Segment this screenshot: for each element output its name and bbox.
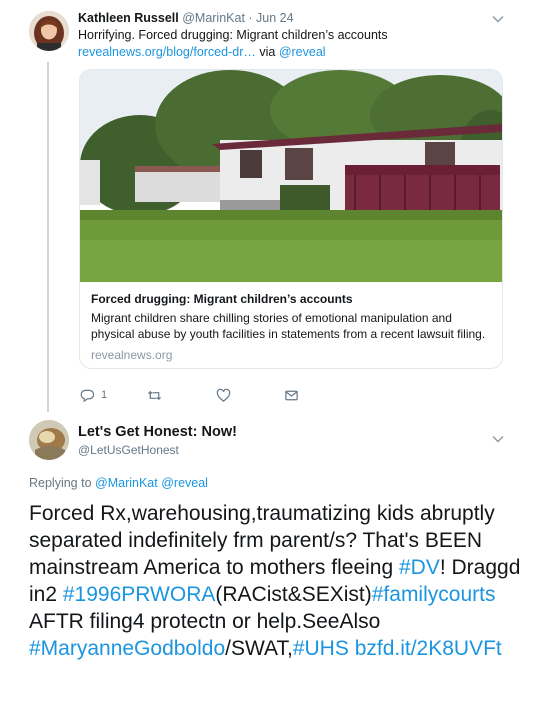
author-name[interactable]: Kathleen Russell: [78, 11, 179, 25]
reply-count: 1: [101, 389, 108, 401]
replying-prefix: Replying to: [29, 476, 96, 490]
via-handle-link[interactable]: @reveal: [279, 45, 326, 59]
text-segment: AFTR filing4 protectn or help.SeeAlso: [29, 610, 381, 633]
hashtag-link[interactable]: #DV: [399, 556, 440, 579]
hashtag-link[interactable]: #1996PRWORA: [63, 583, 216, 606]
card-domain: revealnews.org: [91, 348, 173, 362]
separator-dot: ·: [244, 11, 257, 25]
article-image: [80, 70, 502, 282]
chevron-down-icon[interactable]: [491, 12, 505, 26]
replying-to: Replying to @MarinKat @reveal: [29, 476, 208, 490]
reply-button[interactable]: 1: [80, 386, 107, 404]
heart-icon: [216, 388, 231, 402]
retweet-button[interactable]: [147, 386, 162, 404]
direct-message-button[interactable]: [284, 386, 299, 404]
hashtag-link[interactable]: #MaryanneGodboldo: [29, 637, 225, 660]
hashtag-link[interactable]: #familycourts: [372, 583, 496, 606]
text-segment: (RACist&SEXist): [215, 583, 372, 606]
avatar[interactable]: [29, 420, 69, 460]
author-name[interactable]: Let's Get Honest: Now!: [78, 424, 237, 440]
author-handle[interactable]: @LetUsGetHonest: [78, 443, 179, 457]
via-text: via: [255, 45, 279, 59]
hashtag-link[interactable]: #UHS: [293, 637, 349, 660]
tweet-link-line: revealnews.org/blog/forced-dr… via @reve…: [78, 45, 326, 59]
like-button[interactable]: [216, 386, 231, 404]
text-segment: /SWAT,: [225, 637, 293, 660]
card-description: Migrant children share chilling stories …: [91, 311, 486, 341]
tweet-header: Kathleen Russell @MarinKat · Jun 24: [78, 11, 294, 25]
link-preview-card[interactable]: Forced drugging: Migrant children’s acco…: [79, 69, 503, 369]
author-handle[interactable]: @MarinKat: [182, 11, 245, 25]
retweet-icon: [147, 390, 162, 400]
article-link[interactable]: revealnews.org/blog/forced-dr…: [78, 45, 256, 59]
short-link[interactable]: bzfd.it/2K8UVFt: [355, 637, 502, 660]
tweet-text: Horrifying. Forced drugging: Migrant chi…: [78, 28, 388, 42]
thread-connector-line: [47, 62, 49, 412]
tweet-text: Forced Rx,warehousing,traumatizing kids …: [29, 500, 529, 662]
tweet-date[interactable]: Jun 24: [256, 11, 294, 25]
tweet-actions: 1: [80, 386, 320, 404]
reply-icon: [80, 389, 95, 402]
card-body: Forced drugging: Migrant children’s acco…: [80, 282, 502, 368]
replying-handle-marinkat[interactable]: @MarinKat: [95, 476, 158, 490]
chevron-down-icon[interactable]: [491, 432, 505, 446]
card-title: Forced drugging: Migrant children’s acco…: [91, 292, 353, 306]
envelope-icon: [285, 390, 298, 400]
avatar[interactable]: [29, 11, 69, 51]
replying-handle-reveal[interactable]: @reveal: [161, 476, 208, 490]
